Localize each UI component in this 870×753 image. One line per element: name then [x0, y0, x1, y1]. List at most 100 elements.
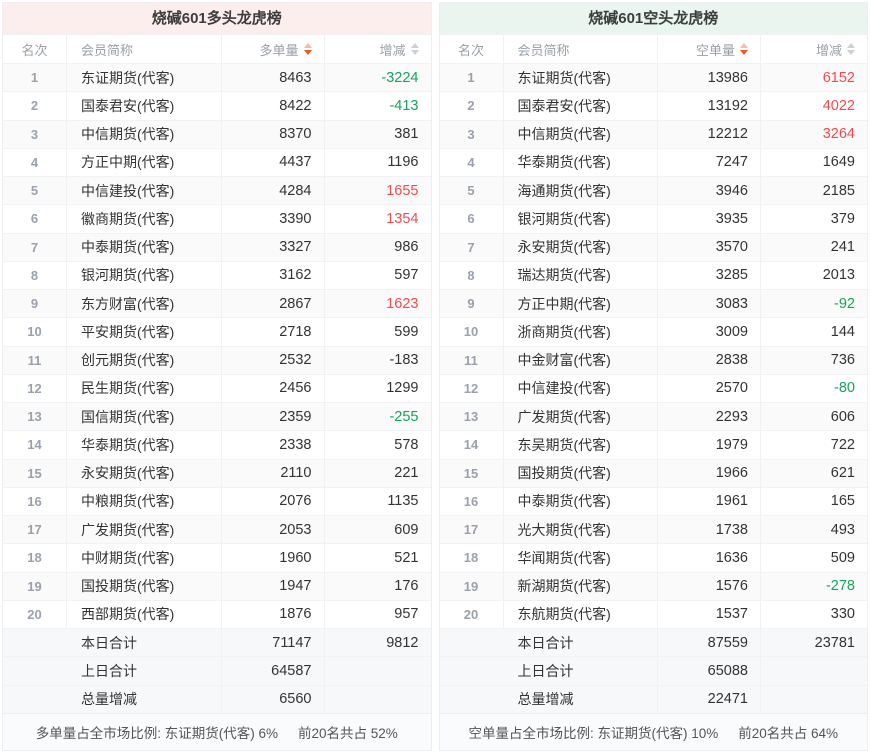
member-cell: 中金财富(代客): [504, 346, 658, 374]
long-table-title: 烧碱601多头龙虎榜: [3, 3, 431, 35]
col-header-member: 会员简称: [67, 35, 222, 63]
volume-cell: 13986: [658, 64, 761, 92]
volume-cell: 1738: [658, 516, 761, 544]
rank-cell: 10: [3, 318, 67, 346]
summary-row: 上日合计 65088: [439, 656, 867, 685]
member-cell: 华泰期货(代客): [67, 431, 222, 459]
long-leaderboard: 烧碱601多头龙虎榜 名次 会员简称 多单量 增减 1 东证期货(代客) 846…: [2, 2, 432, 751]
rank-cell: 2: [440, 92, 504, 120]
volume-cell: 13192: [658, 92, 761, 120]
summary-rank-spacer: [3, 657, 67, 684]
summary-rank-spacer: [440, 686, 504, 713]
change-cell: -413: [389, 97, 419, 114]
col-header-rank: 名次: [3, 35, 67, 63]
col-header-change[interactable]: 增减: [325, 35, 431, 63]
summary-volume: 71147: [222, 629, 325, 657]
change-cell: 621: [830, 465, 855, 482]
member-cell: 平安期货(代客): [67, 318, 222, 346]
table-row: 17 广发期货(代客) 2053 609: [3, 515, 431, 544]
sort-icon[interactable]: [847, 43, 855, 55]
table-row: 20 西部期货(代客) 1876 957: [3, 599, 431, 628]
summary-label: 总量增减: [504, 685, 658, 713]
change-cell: -183: [389, 352, 419, 369]
volume-cell: 2359: [222, 403, 325, 431]
summary-change: 9812: [386, 634, 419, 651]
volume-cell: 12212: [658, 120, 761, 148]
sort-desc-icon[interactable]: [303, 43, 312, 55]
change-cell: 1655: [386, 182, 419, 199]
col-header-volume-label: 空单量: [695, 42, 735, 58]
table-row: 5 中信建投(代客) 4284 1655: [3, 176, 431, 205]
volume-cell: 1876: [222, 600, 325, 628]
summary-rank-spacer: [3, 686, 67, 713]
member-cell: 国投期货(代客): [67, 572, 222, 600]
rank-cell: 5: [3, 177, 67, 205]
short-leaderboard: 烧碱601空头龙虎榜 名次 会员简称 空单量 增减 1 东证期货(代客) 139…: [438, 2, 868, 751]
short-market-share-note: 空单量占全市场比例: 东证期货(代客) 10% 前20名共占 64%: [439, 713, 867, 750]
member-cell: 海通期货(代客): [504, 177, 658, 205]
table-row: 6 银河期货(代客) 3935 379: [439, 204, 867, 233]
table-row: 4 方正中期(代客) 4437 1196: [3, 147, 431, 176]
table-row: 15 国投期货(代客) 1966 621: [439, 458, 867, 487]
table-row: 18 中财期货(代客) 1960 521: [3, 543, 431, 572]
table-row: 12 中信建投(代客) 2570 -80: [439, 373, 867, 402]
change-cell: 609: [394, 521, 419, 538]
member-cell: 中信建投(代客): [67, 177, 222, 205]
change-cell: 379: [830, 210, 855, 227]
volume-cell: 2110: [222, 459, 325, 487]
member-cell: 光大期货(代客): [504, 516, 658, 544]
sort-desc-icon[interactable]: [740, 43, 748, 55]
member-cell: 东航期货(代客): [504, 600, 658, 628]
volume-cell: 4437: [222, 148, 325, 176]
change-cell: 597: [394, 267, 419, 284]
change-cell: 493: [830, 521, 855, 538]
col-header-volume[interactable]: 空单量: [658, 35, 761, 63]
member-cell: 国投期货(代客): [504, 459, 658, 487]
change-cell: -92: [834, 295, 855, 312]
member-cell: 永安期货(代客): [67, 459, 222, 487]
short-table-summary: 本日合计 87559 23781 上日合计 65088 总量增减 22471: [439, 628, 867, 713]
note-extra: 前20名共占 64%: [738, 726, 839, 741]
rank-cell: 12: [440, 374, 504, 402]
col-header-change[interactable]: 增减: [761, 35, 867, 63]
table-row: 7 中泰期货(代客) 3327 986: [3, 232, 431, 261]
rank-cell: 13: [440, 403, 504, 431]
rank-cell: 17: [3, 516, 67, 544]
change-cell: 144: [830, 323, 855, 340]
change-cell: 599: [394, 323, 419, 340]
col-header-volume[interactable]: 多单量: [222, 35, 325, 63]
table-row: 2 国泰君安(代客) 8422 -413: [3, 91, 431, 120]
summary-volume: 87559: [658, 629, 761, 657]
rank-cell: 17: [440, 516, 504, 544]
volume-cell: 2718: [222, 318, 325, 346]
col-header-volume-label: 多单量: [259, 42, 299, 58]
volume-cell: 3285: [658, 261, 761, 289]
change-cell: 736: [830, 352, 855, 369]
summary-rank-spacer: [440, 657, 504, 684]
change-cell: 330: [830, 606, 855, 623]
member-cell: 西部期货(代客): [67, 600, 222, 628]
sort-icon[interactable]: [410, 43, 419, 55]
volume-cell: 3570: [658, 233, 761, 261]
volume-cell: 8463: [222, 64, 325, 92]
member-cell: 方正中期(代客): [67, 148, 222, 176]
table-row: 13 广发期货(代客) 2293 606: [439, 402, 867, 431]
table-row: 11 创元期货(代客) 2532 -183: [3, 345, 431, 374]
member-cell: 中信期货(代客): [504, 120, 658, 148]
short-table-header-row: 名次 会员简称 空单量 增减: [440, 35, 868, 63]
long-market-share-note: 多单量占全市场比例: 东证期货(代客) 6% 前20名共占 52%: [3, 713, 431, 750]
volume-cell: 1947: [222, 572, 325, 600]
summary-row: 本日合计 87559 23781: [439, 628, 867, 657]
volume-cell: 2293: [658, 403, 761, 431]
table-row: 10 浙商期货(代客) 3009 144: [439, 317, 867, 346]
member-cell: 东证期货(代客): [504, 64, 658, 92]
change-cell: -255: [389, 408, 419, 425]
table-row: 6 徽商期货(代客) 3390 1354: [3, 204, 431, 233]
table-row: 11 中金财富(代客) 2838 736: [439, 345, 867, 374]
volume-cell: 3946: [658, 177, 761, 205]
rank-cell: 15: [3, 459, 67, 487]
rank-cell: 16: [3, 487, 67, 515]
rank-cell: 6: [440, 205, 504, 233]
summary-volume: 65088: [658, 657, 761, 685]
member-cell: 徽商期货(代客): [67, 205, 222, 233]
